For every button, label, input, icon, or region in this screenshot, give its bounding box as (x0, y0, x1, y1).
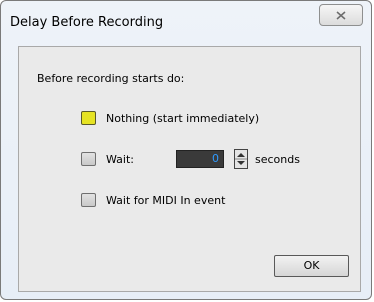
close-icon (336, 10, 346, 20)
title-bar: Delay Before Recording (1, 1, 371, 41)
group-heading: Before recording starts do: (37, 72, 185, 85)
window-title: Delay Before Recording (10, 15, 164, 30)
wait-option-label: Wait: (106, 153, 134, 166)
nothing-checkbox[interactable] (81, 111, 96, 125)
midi-checkbox[interactable] (81, 193, 96, 207)
delay-dialog: Delay Before Recording Before recording … (0, 0, 372, 300)
wait-seconds-input[interactable]: 0 (176, 150, 224, 168)
spinner-arrows-icon (235, 153, 247, 165)
midi-option-label: Wait for MIDI In event (106, 194, 226, 207)
seconds-unit-label: seconds (255, 153, 300, 166)
ok-button[interactable]: OK (274, 255, 349, 277)
options-panel: Before recording starts do: Nothing (sta… (18, 46, 361, 292)
wait-seconds-spinner[interactable] (234, 149, 248, 169)
wait-checkbox[interactable] (81, 152, 96, 166)
close-button[interactable] (319, 4, 363, 26)
nothing-option-label: Nothing (start immediately) (106, 112, 260, 125)
